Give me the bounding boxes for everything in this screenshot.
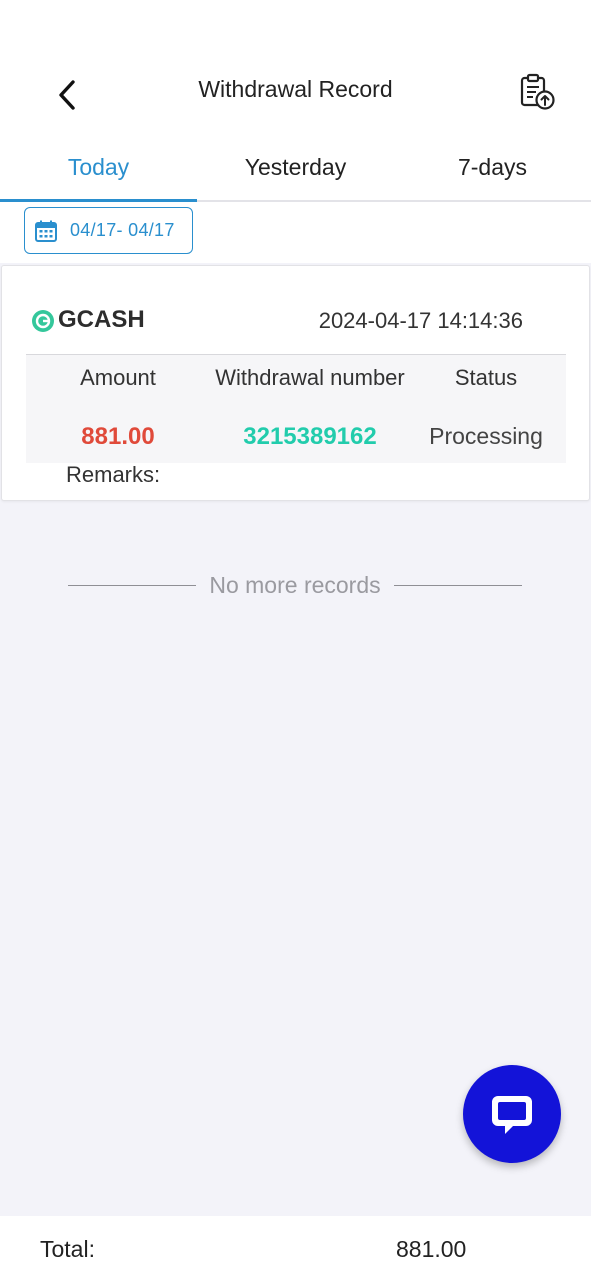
no-more-records: No more records	[68, 570, 522, 600]
tab-7-days[interactable]: 7-days	[394, 134, 591, 200]
chat-icon	[492, 1096, 532, 1134]
page-title: Withdrawal Record	[198, 76, 393, 102]
withdrawal-number-value: 3215389162	[243, 423, 377, 450]
gcash-logo-icon	[32, 310, 54, 332]
no-more-records-text: No more records	[209, 571, 381, 598]
withdrawal-record-card[interactable]: GCASH 2024-04-17 14:14:36 Amount Withdra…	[1, 265, 590, 501]
app-header: Withdrawal Record	[0, 54, 591, 130]
payment-method: GCASH	[58, 306, 145, 333]
clipboard-upload-icon	[520, 73, 555, 110]
record-timestamp: 2024-04-17 14:14:36	[318, 308, 523, 333]
date-range-button[interactable]: 04/17- 04/17	[24, 207, 193, 254]
total-footer: Total: 881.00	[0, 1216, 591, 1280]
divider-left	[68, 584, 197, 586]
remarks-label: Remarks:	[66, 462, 161, 487]
chat-support-button[interactable]	[463, 1065, 561, 1163]
status-header: Status	[454, 365, 518, 390]
total-label: Total:	[40, 1236, 95, 1262]
tab-yesterday[interactable]: Yesterday	[197, 134, 394, 200]
tab-today[interactable]: Today	[0, 134, 197, 202]
amount-header: Amount	[80, 365, 156, 390]
record-header: GCASH 2024-04-17 14:14:36	[2, 266, 589, 354]
amount-value: 881.00	[81, 423, 155, 450]
date-range-label: 04/17- 04/17	[70, 220, 175, 240]
withdrawal-number-header: Withdrawal number	[215, 365, 405, 390]
divider-right	[393, 584, 522, 586]
calendar-icon	[35, 220, 57, 242]
status-value: Processing	[429, 423, 543, 449]
record-details: Amount Withdrawal number Status 881.00 3…	[26, 354, 566, 463]
upload-record-button[interactable]	[512, 70, 562, 114]
tab-bar: Today Yesterday 7-days	[0, 134, 591, 202]
total-value: 881.00	[396, 1236, 467, 1262]
